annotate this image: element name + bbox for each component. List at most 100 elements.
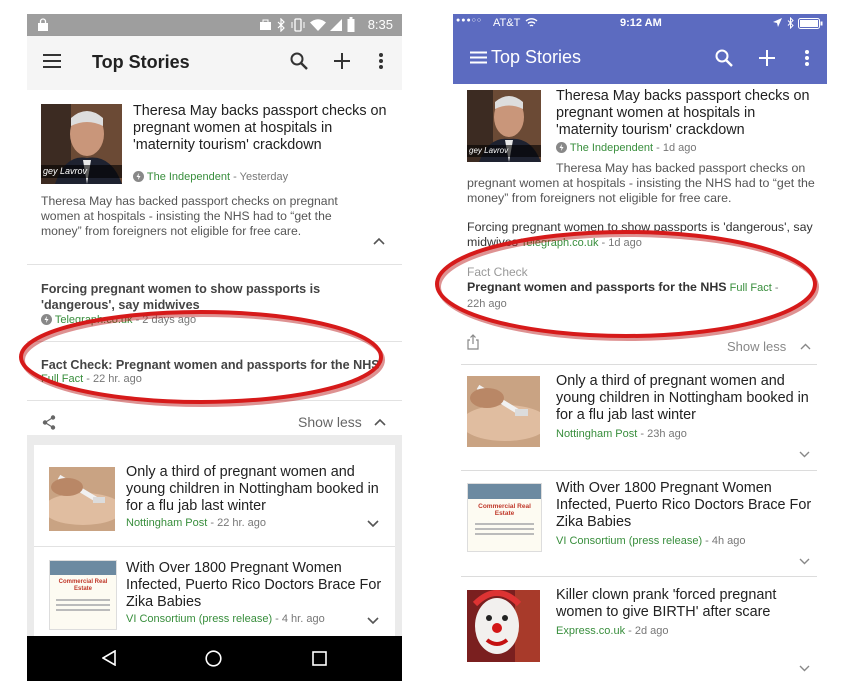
- page-title: Top Stories: [491, 47, 582, 67]
- chevron-down-icon[interactable]: [367, 520, 379, 528]
- story-snippet: Theresa May has backed passport checks o…: [41, 194, 338, 238]
- story-thumbnail[interactable]: [49, 467, 115, 531]
- list-item-source-line: Nottingham Post - 23h ago: [556, 428, 687, 440]
- wifi-icon: [310, 19, 326, 31]
- wifi-icon: [525, 18, 538, 27]
- list-item-headline[interactable]: With Over 1800 Pregnant Women Infected, …: [126, 560, 391, 611]
- flu-jab-image: [49, 467, 115, 531]
- list-item-source-line: VI Consortium (press release) - 4h ago: [556, 535, 746, 547]
- story-age: - Yesterday: [230, 171, 289, 183]
- divider: [27, 341, 402, 342]
- related-source-line: Telegraph.co.uk - 2 days ago: [41, 314, 196, 326]
- list-item-headline[interactable]: Killer clown prank 'forced pregnant wome…: [556, 587, 818, 621]
- fact-check-title[interactable]: Pregnant women and passports for the NHS: [467, 280, 727, 294]
- divider: [34, 546, 395, 547]
- divider: [27, 264, 402, 265]
- ios-status-bar: ●●●○○ AT&T 9:12 AM: [453, 14, 827, 34]
- back-icon[interactable]: [102, 650, 116, 666]
- story-cluster-card: gey Lavrov Theresa May backs passport ch…: [27, 90, 402, 435]
- list-item-age: - 2d ago: [625, 625, 669, 637]
- divider: [461, 576, 817, 577]
- list-item-headline[interactable]: Only a third of pregnant women and young…: [556, 373, 818, 424]
- list-item-source[interactable]: VI Consortium (press release): [556, 535, 702, 547]
- story-thumbnail[interactable]: gey Lavrov: [41, 104, 122, 184]
- status-time: 8:35: [367, 17, 393, 32]
- story-source[interactable]: The Independent: [147, 171, 230, 183]
- android-screen: 8:35 Top Stories gey Lavrov Theresa May …: [27, 14, 402, 681]
- story-list-card: Only a third of pregnant women and young…: [34, 445, 395, 641]
- share-icon[interactable]: [42, 415, 56, 430]
- story-snippet: Theresa May has backed passport checks o…: [467, 161, 815, 205]
- fact-check-source[interactable]: Full Fact: [730, 282, 772, 294]
- list-item-headline[interactable]: With Over 1800 Pregnant Women Infected, …: [556, 480, 818, 531]
- vibrate-icon: [291, 18, 305, 32]
- fact-check-headline[interactable]: Fact Check: Pregnant women and passports…: [41, 357, 391, 373]
- chevron-up-icon[interactable]: [800, 343, 811, 350]
- related-age: - 2 days ago: [132, 314, 197, 326]
- share-icon[interactable]: [467, 334, 479, 350]
- chevron-up-icon[interactable]: [373, 237, 385, 245]
- list-item-source-line: Nottingham Post - 22 hr. ago: [126, 517, 266, 529]
- more-vert-icon[interactable]: [804, 49, 810, 67]
- clown-image: [467, 590, 540, 662]
- related-source[interactable]: Telegraph.co.uk: [521, 237, 599, 249]
- chevron-down-icon[interactable]: [367, 617, 379, 625]
- fact-check-source-line: Full Fact - 22 hr. ago: [41, 373, 142, 385]
- search-icon[interactable]: [290, 52, 308, 70]
- briefcase-icon: [260, 19, 271, 30]
- chevron-up-icon[interactable]: [374, 418, 386, 426]
- chevron-down-icon[interactable]: [799, 558, 810, 565]
- story-headline[interactable]: Theresa May backs passport checks on pre…: [133, 103, 395, 154]
- related-headline[interactable]: Forcing pregnant women to show passports…: [467, 220, 817, 251]
- related-age: - 1d ago: [598, 237, 642, 249]
- list-item-source-line: VI Consortium (press release) - 4 hr. ag…: [126, 613, 325, 625]
- related-headline[interactable]: Forcing pregnant women to show passports…: [41, 281, 391, 313]
- thumbnail-caption: gey Lavrov: [41, 165, 122, 178]
- divider: [27, 400, 402, 401]
- home-icon[interactable]: [205, 650, 222, 667]
- story-headline[interactable]: Theresa May backs passport checks on pre…: [556, 88, 818, 139]
- amp-icon: [133, 171, 144, 182]
- signal-icon: [330, 19, 342, 31]
- chevron-down-icon[interactable]: [799, 665, 810, 672]
- flu-jab-image: [467, 376, 540, 447]
- carrier-label: AT&T: [493, 17, 521, 29]
- story-source[interactable]: The Independent: [570, 142, 653, 154]
- list-item-source[interactable]: Nottingham Post: [556, 428, 637, 440]
- divider: [461, 470, 817, 471]
- fact-check-source[interactable]: Full Fact: [41, 373, 83, 385]
- android-toolbar: Top Stories: [27, 36, 402, 90]
- fact-check-headline[interactable]: Pregnant women and passports for the NHS…: [467, 280, 797, 312]
- location-icon: [773, 18, 782, 27]
- more-vert-icon[interactable]: [378, 52, 384, 70]
- signal-dots-icon: ●●●○○: [456, 17, 483, 24]
- ad-text: Commercial Real Estate: [478, 503, 531, 517]
- story-thumbnail[interactable]: gey Lavrov: [467, 90, 541, 162]
- add-icon[interactable]: [759, 50, 775, 66]
- list-item-age: - 4h ago: [702, 535, 746, 547]
- story-age: - 1d ago: [653, 142, 697, 154]
- search-icon[interactable]: [715, 49, 733, 67]
- story-thumbnail[interactable]: [467, 376, 540, 447]
- story-source-line: The Independent - Yesterday: [133, 171, 395, 183]
- ad-text: Commercial Real Estate: [58, 579, 108, 592]
- chevron-down-icon[interactable]: [799, 451, 810, 458]
- story-thumbnail[interactable]: Commercial Real Estate: [467, 483, 542, 552]
- story-thumbnail[interactable]: Commercial Real Estate: [49, 560, 117, 630]
- page-title: Top Stories: [92, 52, 190, 72]
- list-item-source[interactable]: Nottingham Post: [126, 517, 207, 529]
- menu-icon[interactable]: [43, 54, 61, 68]
- related-source[interactable]: Telegraph.co.uk: [55, 314, 133, 326]
- show-less-button[interactable]: Show less: [298, 414, 362, 430]
- list-item-headline[interactable]: Only a third of pregnant women and young…: [126, 464, 391, 515]
- show-less-button[interactable]: Show less: [727, 339, 786, 354]
- add-icon[interactable]: [334, 53, 350, 69]
- menu-icon[interactable]: [470, 51, 487, 64]
- fact-check-age: 22h ago: [467, 298, 507, 310]
- list-item-source-line: Express.co.uk - 2d ago: [556, 625, 669, 637]
- android-status-bar: 8:35: [27, 14, 402, 36]
- list-item-source[interactable]: Express.co.uk: [556, 625, 625, 637]
- story-thumbnail[interactable]: [467, 590, 540, 662]
- list-item-source[interactable]: VI Consortium (press release): [126, 613, 272, 625]
- recents-icon[interactable]: [312, 651, 327, 666]
